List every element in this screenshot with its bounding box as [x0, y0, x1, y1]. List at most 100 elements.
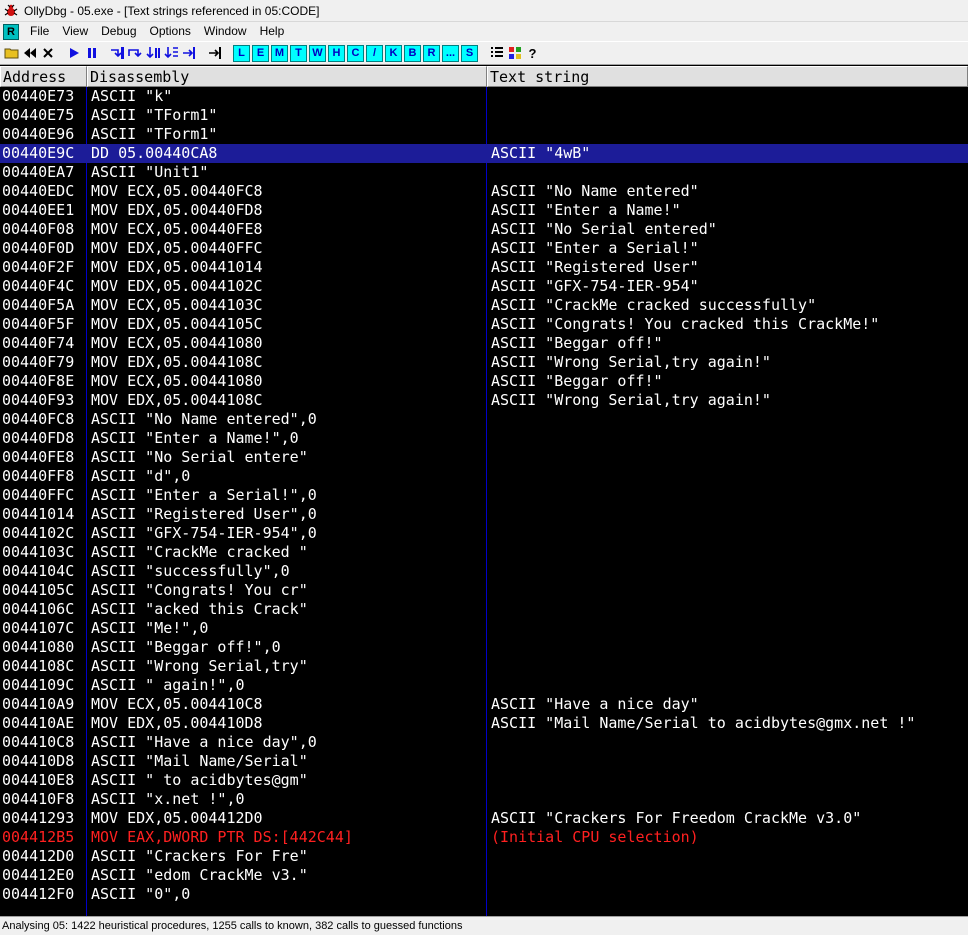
execute-till-return-icon[interactable]: [181, 45, 198, 62]
table-row[interactable]: 00440EA7 ASCII "Unit1": [0, 163, 968, 182]
table-row[interactable]: 0044103C ASCII "CrackMe cracked ": [0, 543, 968, 562]
table-row[interactable]: 00440F2F MOV EDX,05.00441014 ASCII "Regist…: [0, 258, 968, 277]
table-row[interactable]: 0044109C ASCII " again!",0: [0, 676, 968, 695]
windows-list-button[interactable]: W: [309, 44, 326, 62]
table-row[interactable]: 00440F79 MOV EDX,05.0044108C ASCII "Wrong …: [0, 353, 968, 372]
cpu-window-button[interactable]: C: [347, 44, 364, 62]
table-row[interactable]: 004410E8 ASCII " to acidbytes@gm": [0, 771, 968, 790]
table-row[interactable]: 00440FE8 ASCII "No Serial entere": [0, 448, 968, 467]
cell-address: 00440F79: [2, 353, 75, 371]
run-icon[interactable]: [65, 45, 82, 62]
cell-text-string: ASCII "No Serial entered": [491, 220, 717, 238]
menu-view[interactable]: View: [56, 22, 95, 41]
table-row[interactable]: 00440E75 ASCII "TForm1": [0, 106, 968, 125]
column-address-header[interactable]: Address: [0, 66, 87, 87]
table-row[interactable]: 00440F0D MOV EDX,05.00440FFC ASCII "Enter …: [0, 239, 968, 258]
call-stack-button[interactable]: K: [385, 44, 402, 62]
table-row[interactable]: 0044105C ASCII "Congrats! You cr": [0, 581, 968, 600]
table-row[interactable]: 00441293 MOV EDX,05.004412D0 ASCII "Cracke…: [0, 809, 968, 828]
cell-text-string: ASCII "Beggar off!": [491, 372, 663, 390]
modules-window-button[interactable]: E: [252, 44, 269, 62]
table-row[interactable]: 00440F74 MOV ECX,05.00441080 ASCII "Beggar…: [0, 334, 968, 353]
cell-disassembly: ASCII "Unit1": [91, 163, 209, 181]
menu-help[interactable]: Help: [254, 22, 292, 41]
help-icon[interactable]: ?: [524, 45, 541, 62]
close-icon[interactable]: [39, 45, 56, 62]
cell-address: 00440E73: [2, 87, 75, 105]
table-row[interactable]: 0044104C ASCII "successfully",0: [0, 562, 968, 581]
menu-options[interactable]: Options: [144, 22, 198, 41]
table-row[interactable]: 00440FFC ASCII "Enter a Serial!",0: [0, 486, 968, 505]
trace-into-icon[interactable]: [145, 45, 162, 62]
cell-address: 004410F8: [2, 790, 75, 808]
pause-icon[interactable]: [83, 45, 100, 62]
menu-debug[interactable]: Debug: [95, 22, 143, 41]
table-row[interactable]: 004412B5 MOV EAX,DWORD PTR DS:[442C44] (In…: [0, 828, 968, 847]
table-row[interactable]: 00440EDC MOV ECX,05.00440FC8 ASCII "No Nam…: [0, 182, 968, 201]
threads-window-button[interactable]: T: [290, 44, 307, 62]
appearance-list-icon[interactable]: [488, 45, 505, 62]
table-row[interactable]: 00440FD8 ASCII "Enter a Name!",0: [0, 429, 968, 448]
cell-disassembly: MOV ECX,05.004410C8: [91, 695, 263, 713]
table-row[interactable]: 00440FF8 ASCII "d",0: [0, 467, 968, 486]
handles-window-button[interactable]: H: [328, 44, 345, 62]
trace-over-icon[interactable]: [163, 45, 180, 62]
table-row[interactable]: 00440F5A MOV ECX,05.0044103C ASCII "CrackM…: [0, 296, 968, 315]
cell-text-string: ASCII "Registered User": [491, 258, 699, 276]
log-window-button[interactable]: L: [233, 44, 250, 62]
table-row[interactable]: 00440F08 MOV ECX,05.00440FE8 ASCII "No Ser…: [0, 220, 968, 239]
table-row[interactable]: 004410D8 ASCII "Mail Name/Serial": [0, 752, 968, 771]
table-row[interactable]: 004412D0 ASCII "Crackers For Fre": [0, 847, 968, 866]
table-row[interactable]: 004410C8 ASCII "Have a nice day",0: [0, 733, 968, 752]
table-row[interactable]: 00441014 ASCII "Registered User",0: [0, 505, 968, 524]
status-bar: Analysing 05: 1422 heuristical procedure…: [0, 916, 968, 935]
cell-disassembly: MOV EDX,05.00440FFC: [91, 239, 263, 257]
table-row[interactable]: 00440E73 ASCII "k": [0, 87, 968, 106]
table-row[interactable]: 00440F93 MOV EDX,05.0044108C ASCII "Wrong …: [0, 391, 968, 410]
source-window-button[interactable]: S: [461, 44, 478, 62]
patches-window-button[interactable]: /: [366, 44, 383, 62]
table-row[interactable]: 0044102C ASCII "GFX-754-IER-954",0: [0, 524, 968, 543]
memory-map-button[interactable]: M: [271, 44, 288, 62]
table-row[interactable]: 004412F0 ASCII "0",0: [0, 885, 968, 904]
references-window-button[interactable]: R: [423, 44, 440, 62]
table-row[interactable]: 004412E0 ASCII "edom CrackMe v3.": [0, 866, 968, 885]
cell-disassembly: ASCII "GFX-754-IER-954",0: [91, 524, 317, 542]
table-row[interactable]: 004410F8 ASCII "x.net !",0: [0, 790, 968, 809]
cell-address: 0044106C: [2, 600, 75, 618]
cell-text-string: ASCII "Wrong Serial,try again!": [491, 353, 771, 371]
menu-window[interactable]: Window: [198, 22, 254, 41]
step-into-icon[interactable]: [109, 45, 126, 62]
open-folder-icon[interactable]: [3, 45, 20, 62]
table-row[interactable]: 00440E96 ASCII "TForm1": [0, 125, 968, 144]
table-row[interactable]: 00441080 ASCII "Beggar off!",0: [0, 638, 968, 657]
table-row[interactable]: 00440F8E MOV ECX,05.00441080 ASCII "Beggar…: [0, 372, 968, 391]
table-row[interactable]: 00440E9C DD 05.00440CA8 ASCII "4wB": [0, 144, 968, 163]
run-trace-button[interactable]: ...: [442, 44, 459, 62]
column-text-string-header[interactable]: Text string: [487, 66, 968, 87]
cell-disassembly: MOV EDX,05.004410D8: [91, 714, 263, 732]
menu-file[interactable]: File: [24, 22, 56, 41]
table-row[interactable]: 00440F5F MOV EDX,05.0044105C ASCII "Congra…: [0, 315, 968, 334]
cell-disassembly: ASCII "No Serial entere": [91, 448, 308, 466]
table-row[interactable]: 00440FC8 ASCII "No Name entered",0: [0, 410, 968, 429]
cell-disassembly: ASCII "Crackers For Fre": [91, 847, 308, 865]
colors-grid-icon[interactable]: [506, 45, 523, 62]
table-row[interactable]: 004410A9 MOV ECX,05.004410C8 ASCII "Have a…: [0, 695, 968, 714]
table-row[interactable]: 004410AE MOV EDX,05.004410D8 ASCII "Mail N…: [0, 714, 968, 733]
go-to-address-icon[interactable]: [207, 45, 224, 62]
table-row[interactable]: 00440F4C MOV EDX,05.0044102C ASCII "GFX-75…: [0, 277, 968, 296]
references-list[interactable]: 00440E73 ASCII "k" 00440E75 ASCII "TForm1" 0…: [0, 87, 968, 916]
step-over-icon[interactable]: [127, 45, 144, 62]
rewind-icon[interactable]: [21, 45, 38, 62]
table-row[interactable]: 00440EE1 MOV EDX,05.00440FD8 ASCII "Enter …: [0, 201, 968, 220]
table-row[interactable]: 0044107C ASCII "Me!",0: [0, 619, 968, 638]
table-row[interactable]: 0044106C ASCII "acked this Crack": [0, 600, 968, 619]
window-r-icon[interactable]: R: [3, 23, 19, 40]
cell-disassembly: ASCII "Beggar off!",0: [91, 638, 281, 656]
table-row[interactable]: 0044108C ASCII "Wrong Serial,try": [0, 657, 968, 676]
column-disassembly-header[interactable]: Disassembly: [87, 66, 487, 87]
breakpoints-window-button[interactable]: B: [404, 44, 421, 62]
cell-address: 0044107C: [2, 619, 75, 637]
cell-address: 004410A9: [2, 695, 75, 713]
